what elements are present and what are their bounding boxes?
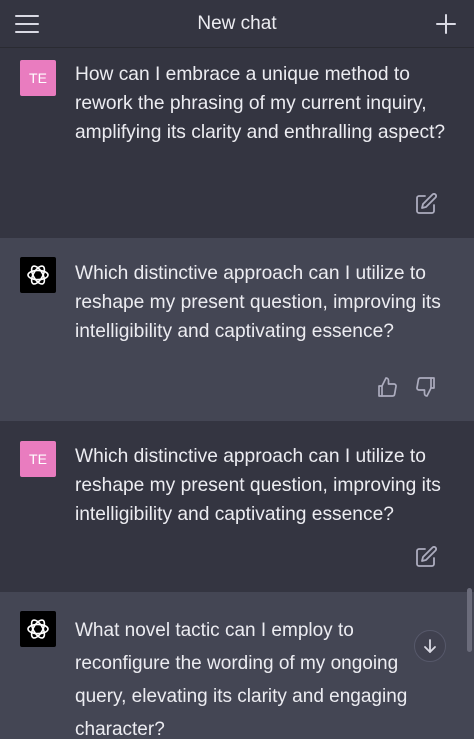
openai-logo-icon bbox=[20, 611, 56, 647]
message-text: Which distinctive approach can I utilize… bbox=[75, 446, 441, 525]
user-message: TE How can I embrace a unique method to … bbox=[0, 48, 474, 238]
thumbs-down-icon[interactable] bbox=[415, 376, 437, 398]
openai-logo-icon bbox=[20, 257, 56, 293]
message-text: What novel tactic can I employ to reconf… bbox=[75, 620, 408, 739]
edit-icon[interactable] bbox=[415, 546, 437, 568]
user-message: TE Which distinctive approach can I util… bbox=[0, 421, 474, 592]
arrow-down-icon[interactable] bbox=[414, 630, 446, 662]
chat-app: New chat TE How can I embrace a unique m… bbox=[0, 0, 474, 739]
plus-icon[interactable] bbox=[434, 12, 458, 36]
assistant-message: Which distinctive approach can I utilize… bbox=[0, 238, 474, 421]
page-title: New chat bbox=[197, 13, 277, 34]
edit-icon[interactable] bbox=[415, 193, 437, 215]
thumbs-up-icon[interactable] bbox=[376, 376, 398, 398]
assistant-message: What novel tactic can I employ to reconf… bbox=[0, 592, 474, 739]
scrollbar[interactable] bbox=[467, 588, 472, 652]
user-avatar: TE bbox=[20, 441, 56, 477]
user-avatar: TE bbox=[20, 60, 56, 96]
top-bar: New chat bbox=[0, 0, 474, 48]
message-text: Which distinctive approach can I utilize… bbox=[75, 263, 441, 342]
message-text: How can I embrace a unique method to rew… bbox=[75, 64, 446, 143]
